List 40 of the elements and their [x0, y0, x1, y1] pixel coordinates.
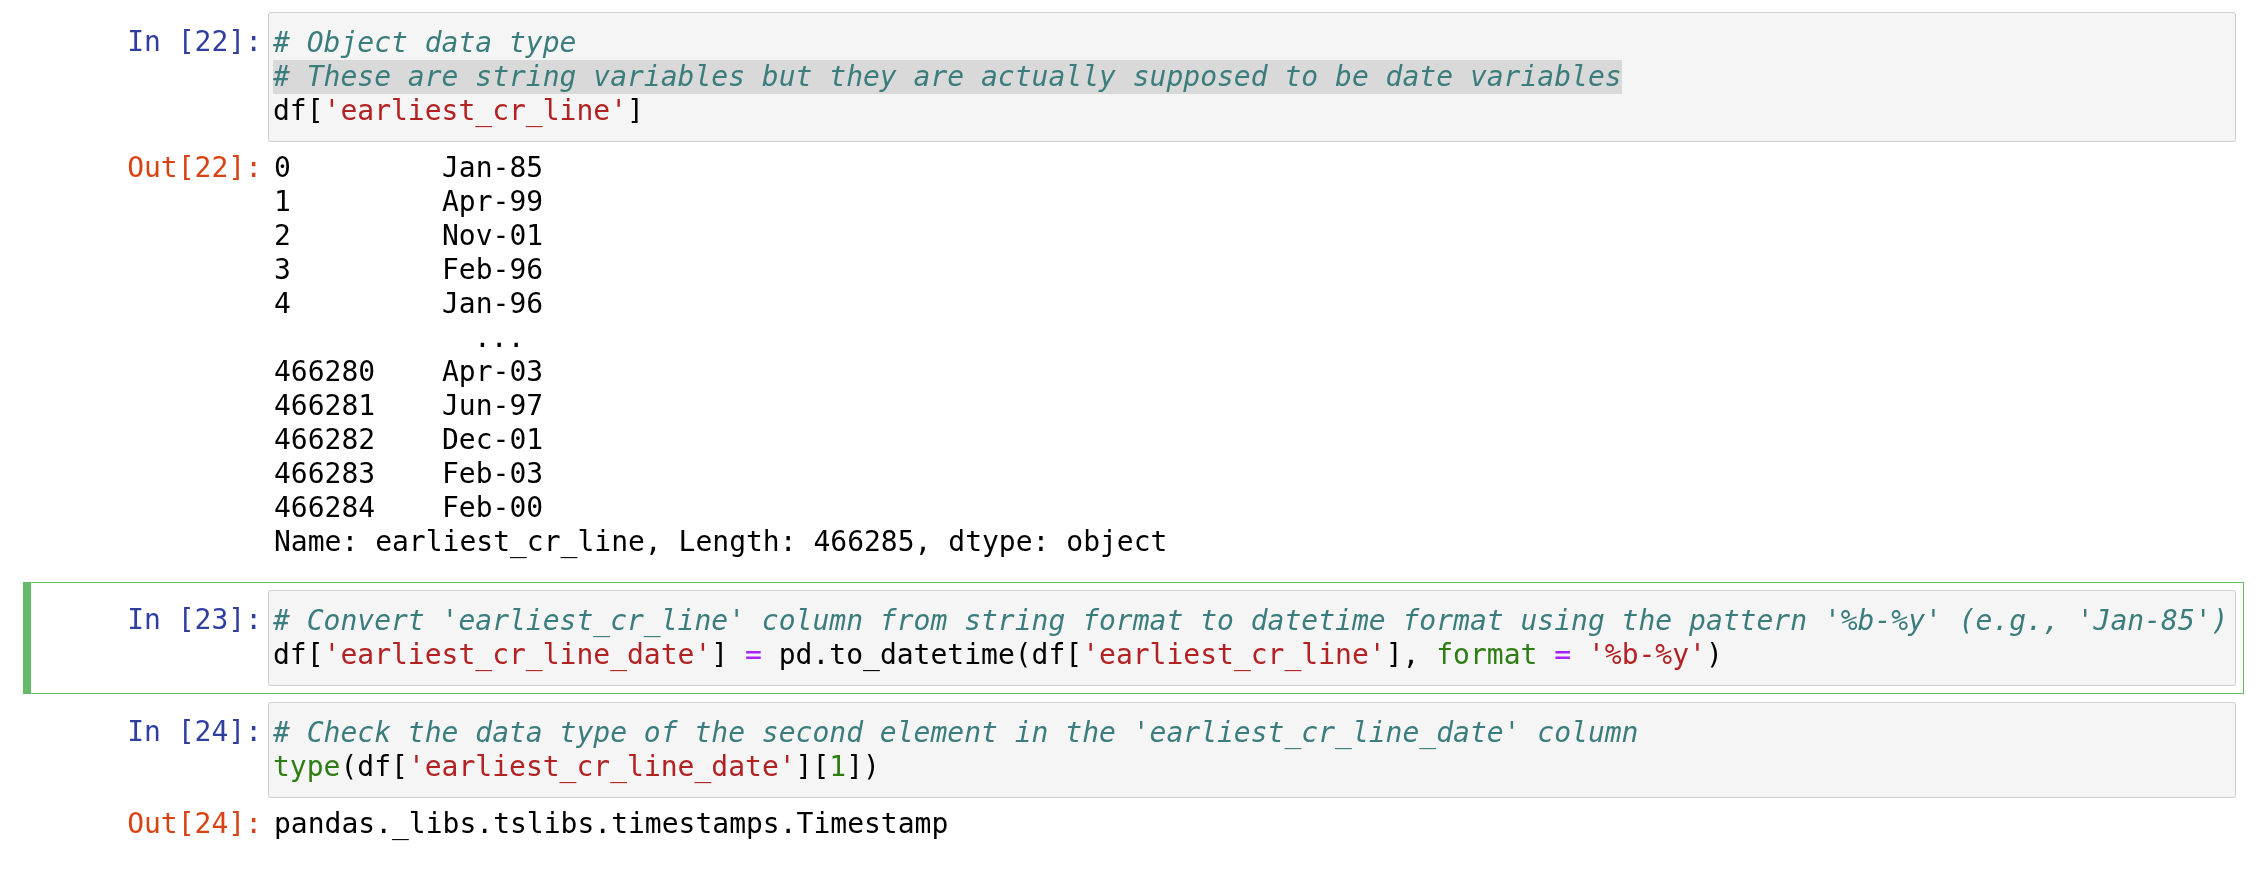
prompt-label: In [24]: — [127, 715, 262, 748]
series-index: 3 — [274, 253, 292, 287]
series-value: Jun-97 — [442, 389, 544, 423]
code-editor[interactable]: # Check the data type of the second element in the 'earliest_cr_line_date' column type(df['earliest_cr_line_date'][1]) — [268, 702, 2236, 798]
series-index: 466280 — [274, 355, 377, 389]
series-value: Jan-85 — [442, 151, 544, 185]
code-editor[interactable] — [268, 590, 2236, 686]
series-index: 466284 — [274, 491, 377, 525]
series-summary: Name: earliest_cr_line, Length: 466285, dtype: object — [274, 525, 1168, 559]
series-value: Jan-96 — [442, 287, 544, 321]
series-index: 4 — [274, 287, 292, 321]
ellipsis-text: ... — [474, 321, 525, 355]
code-line: type(df['earliest_cr_line_date'][1]) — [273, 750, 880, 784]
series-value: Feb-96 — [442, 253, 544, 287]
series-value: Apr-99 — [442, 185, 544, 219]
prompt-label: Out[24]: — [127, 807, 262, 840]
series-value: Feb-03 — [442, 457, 544, 491]
series-index: 0 — [274, 151, 292, 185]
code-line: # Convert 'earliest_cr_line' column from string format to datetime format using the pattern '%b-%y' (e.g., 'Jan-85') — [273, 604, 2229, 638]
prompt-label: Out[22]: — [127, 151, 262, 184]
series-index: 1 — [274, 185, 292, 219]
code-line: df['earliest_cr_line_date'] = pd.to_datetime(df['earliest_cr_line'], format = '%b-%y') — [273, 638, 1723, 672]
code-line: # Check the data type of the second element in the 'earliest_cr_line_date' column — [273, 716, 1639, 750]
series-value: Dec-01 — [442, 423, 544, 457]
series-index: 2 — [274, 219, 292, 253]
code-line: df['earliest_cr_line'] — [273, 94, 644, 128]
prompt-label: In [22]: — [127, 25, 262, 58]
prompt-label: In [23]: — [127, 603, 262, 636]
notebook-cell[interactable]: In [22]: # Object data type # These are string variables but they are actually supposed to be date variables df['earliest_cr_line'] — [23, 4, 2244, 150]
output-text: pandas._libs.tslibs.timestamps.Timestamp — [274, 807, 949, 841]
series-index: 466281 — [274, 389, 377, 423]
code-line: # Object data type — [273, 26, 577, 60]
series-value: Apr-03 — [442, 355, 544, 389]
notebook-cell[interactable] — [23, 582, 2244, 694]
series-index: 466283 — [274, 457, 377, 491]
series-value: Nov-01 — [442, 219, 544, 253]
notebook-cell[interactable]: In [24]: # Check the data type of the second element in the 'earliest_cr_line_date' column type(df['earliest_cr_line_date'][1]) — [23, 694, 2244, 806]
series-value: Feb-00 — [442, 491, 544, 525]
code-editor[interactable]: # Object data type # These are string variables but they are actually supposed to be date variables df['earliest_cr_line'] — [268, 12, 2236, 142]
series-index: 466282 — [274, 423, 377, 457]
